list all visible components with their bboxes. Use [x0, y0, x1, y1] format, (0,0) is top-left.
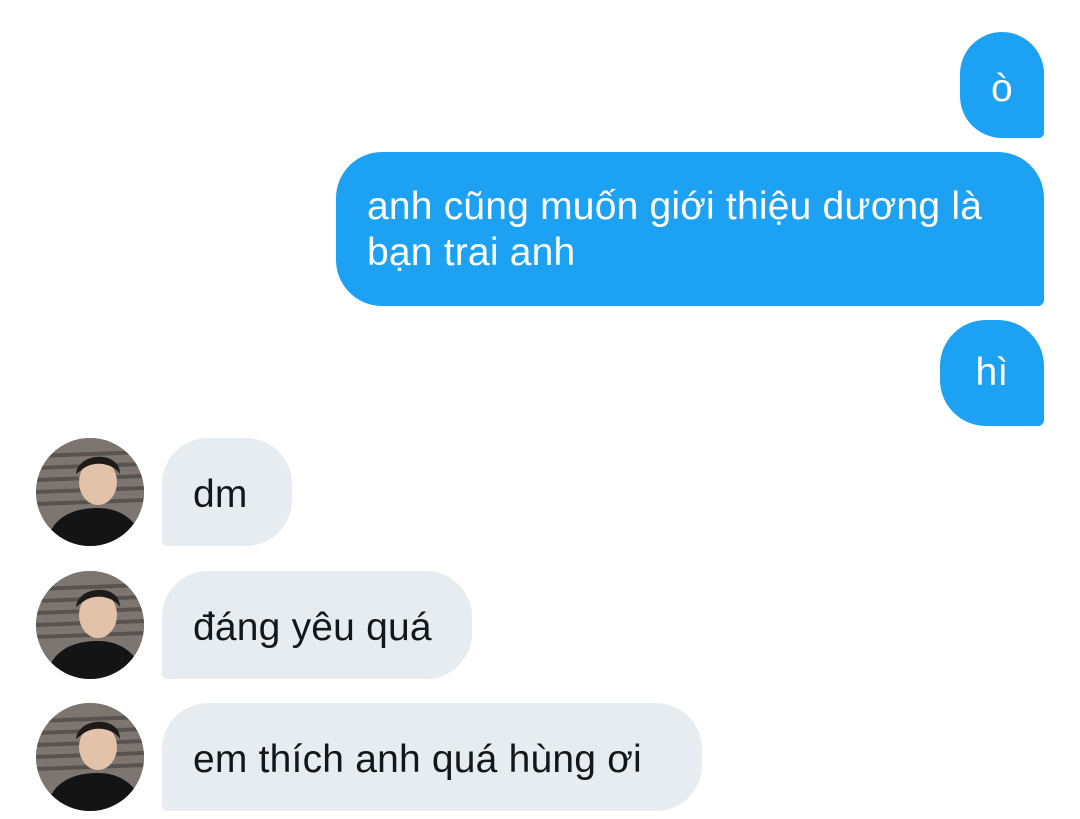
message-text: dm [193, 473, 248, 516]
avatar[interactable] [36, 438, 144, 546]
message-bubble-outgoing[interactable]: hì [940, 320, 1044, 426]
message-bubble-incoming[interactable]: đáng yêu quá [162, 571, 472, 679]
message-bubble-incoming[interactable]: em thích anh quá hùng ơi [162, 703, 702, 811]
message-bubble-outgoing[interactable]: ò [960, 32, 1044, 138]
avatar[interactable] [36, 703, 144, 811]
message-bubble-incoming[interactable]: dm [162, 438, 292, 546]
message-bubble-outgoing[interactable]: anh cũng muốn giới thiệu dương là bạn tr… [336, 152, 1044, 306]
avatar-photo-icon [36, 438, 144, 546]
avatar[interactable] [36, 571, 144, 679]
message-text: hì [975, 351, 1009, 394]
avatar-photo-icon [36, 703, 144, 811]
message-text: em thích anh quá hùng ơi [193, 738, 642, 781]
message-text: anh cũng muốn giới thiệu dương là bạn tr… [367, 185, 983, 274]
message-text: ò [991, 67, 1013, 110]
message-text: đáng yêu quá [193, 606, 432, 649]
avatar-photo-icon [36, 571, 144, 679]
